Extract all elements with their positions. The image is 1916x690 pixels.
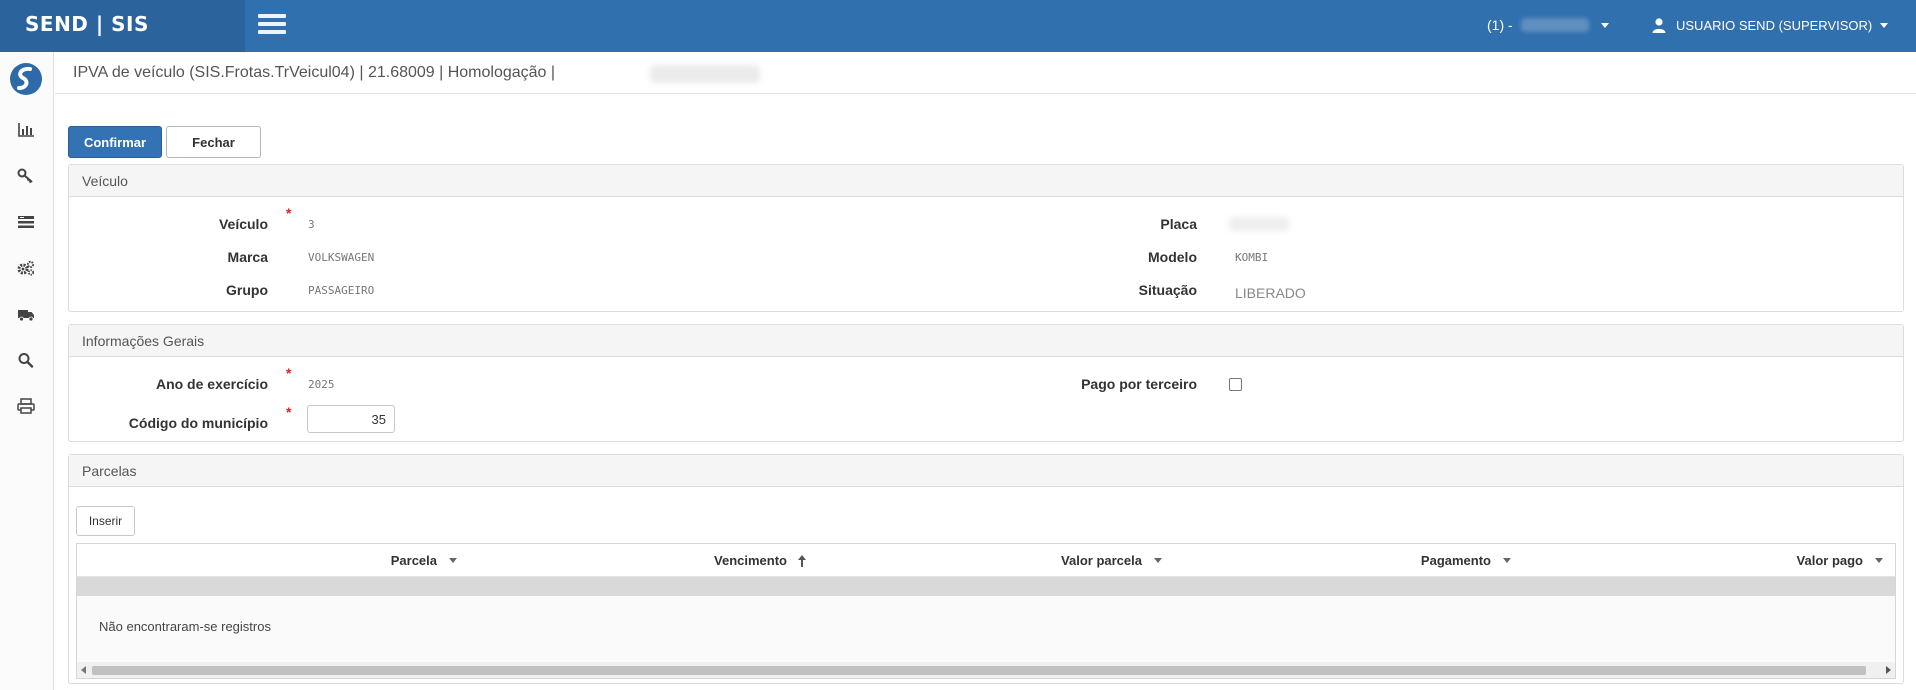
grid-filter-row: [77, 577, 1895, 596]
placa-label: Placa: [1160, 216, 1197, 232]
top-bar: SEND | SIS (1) - USUARIO SEND (SUPERVISO…: [0, 0, 1916, 52]
veiculo-value[interactable]: 3: [308, 218, 315, 231]
sort-desc-icon: [1154, 558, 1162, 563]
company-prefix: (1) -: [1487, 17, 1513, 33]
user-menu[interactable]: USUARIO SEND (SUPERVISOR): [1652, 14, 1889, 36]
general-info-panel-title: Informações Gerais: [69, 325, 1903, 357]
app-logo-icon[interactable]: [9, 62, 43, 96]
marca-label: Marca: [227, 249, 268, 265]
sort-desc-icon: [1875, 558, 1883, 563]
environment-redacted: [650, 65, 760, 83]
column-header-valor-parcela[interactable]: Valor parcela: [807, 544, 1162, 577]
brand-logo[interactable]: SEND | SIS: [0, 0, 245, 52]
sort-desc-icon: [1503, 558, 1511, 563]
close-button[interactable]: Fechar: [166, 126, 261, 158]
search-icon[interactable]: [17, 352, 35, 368]
pago-terceiro-label: Pago por terceiro: [1081, 376, 1197, 392]
required-marker: *: [286, 365, 292, 381]
marca-value: VOLKSWAGEN: [308, 251, 375, 264]
column-header-valor-pago[interactable]: Valor pago: [1511, 544, 1883, 577]
ano-exercicio-label: Ano de exercício: [155, 376, 268, 392]
list-icon[interactable]: [17, 214, 35, 230]
grid-header: Parcela Vencimento Valor parcela Pagamen…: [77, 544, 1895, 577]
installments-panel-title: Parcelas: [69, 455, 1903, 487]
confirm-button[interactable]: Confirmar: [68, 126, 162, 158]
page-title: IPVA de veículo (SIS.Frotas.TrVeicul04) …: [73, 64, 556, 81]
scroll-right-icon[interactable]: [1886, 666, 1891, 674]
hamburger-menu-icon[interactable]: [258, 14, 286, 34]
vehicle-panel: Veículo Veículo * 3 Marca VOLKSWAGEN Gru…: [68, 164, 1904, 312]
scrollbar-thumb[interactable]: [92, 666, 1866, 675]
codigo-municipio-label: Código do município: [128, 415, 268, 431]
installments-grid: Parcela Vencimento Valor parcela Pagamen…: [76, 543, 1896, 679]
scroll-left-icon[interactable]: [81, 666, 86, 674]
horizontal-scrollbar[interactable]: [77, 662, 1895, 678]
placa-value-redacted: [1229, 217, 1289, 231]
empty-message: Não encontraram-se registros: [99, 619, 271, 634]
chevron-down-icon: [1880, 22, 1889, 28]
situacao-label: Situação: [1138, 282, 1197, 298]
ano-exercicio-value[interactable]: 2025: [308, 378, 335, 391]
company-name-redacted: [1520, 18, 1589, 32]
general-info-panel: Informações Gerais Ano de exercício * 20…: [68, 324, 1904, 442]
modelo-label: Modelo: [1148, 249, 1197, 265]
grupo-label: Grupo: [226, 282, 268, 298]
user-icon: [1652, 17, 1666, 33]
codigo-municipio-input[interactable]: [307, 405, 395, 433]
installments-panel: Parcelas Inserir Parcela Vencimento Valo…: [68, 454, 1904, 684]
chart-icon[interactable]: [17, 122, 35, 138]
required-marker: *: [286, 404, 292, 420]
modelo-value: KOMBI: [1235, 251, 1269, 264]
user-name: USUARIO SEND (SUPERVISOR): [1676, 17, 1873, 33]
sort-asc-icon: [798, 554, 806, 567]
column-header-pagamento[interactable]: Pagamento: [1162, 544, 1511, 577]
truck-icon[interactable]: [17, 306, 35, 322]
column-header-parcela[interactable]: Parcela: [77, 544, 457, 577]
required-marker: *: [286, 205, 292, 221]
sidebar: [0, 52, 54, 690]
situacao-value: LIBERADO: [1235, 285, 1306, 301]
pago-terceiro-checkbox[interactable]: [1229, 378, 1242, 391]
print-icon[interactable]: [17, 398, 35, 414]
page-title-bar: IPVA de veículo (SIS.Frotas.TrVeicul04) …: [55, 52, 1916, 94]
vehicle-panel-title: Veículo: [69, 165, 1903, 197]
insert-button[interactable]: Inserir: [76, 506, 135, 536]
company-selector[interactable]: (1) -: [1487, 14, 1609, 36]
gears-icon[interactable]: [17, 260, 35, 276]
veiculo-label: Veículo: [218, 216, 268, 232]
grupo-value: PASSAGEIRO: [308, 284, 375, 297]
sort-desc-icon: [449, 558, 457, 563]
chevron-down-icon: [1600, 22, 1609, 28]
column-header-vencimento[interactable]: Vencimento: [457, 544, 807, 577]
key-icon[interactable]: [17, 168, 35, 184]
